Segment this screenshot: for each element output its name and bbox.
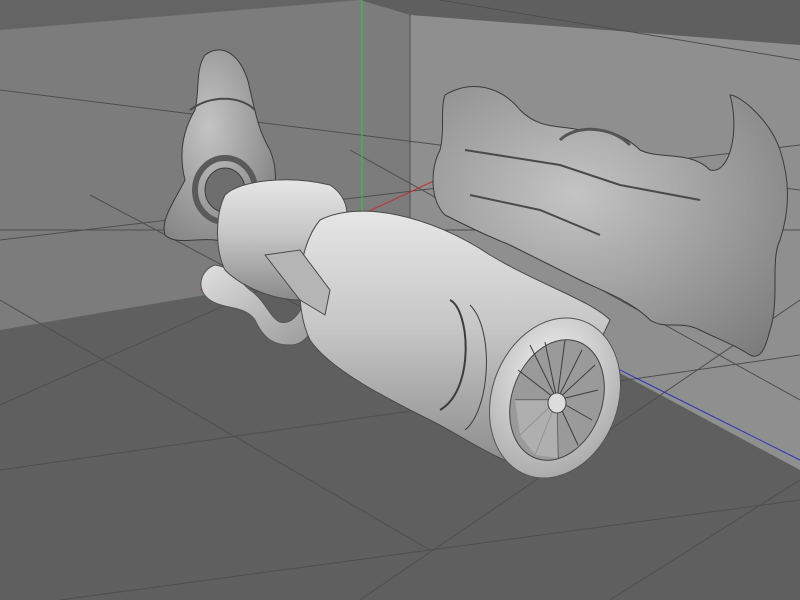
fan-spinner: [547, 392, 567, 414]
3d-viewport[interactable]: [0, 0, 800, 600]
viewport-canvas[interactable]: [0, 0, 800, 600]
